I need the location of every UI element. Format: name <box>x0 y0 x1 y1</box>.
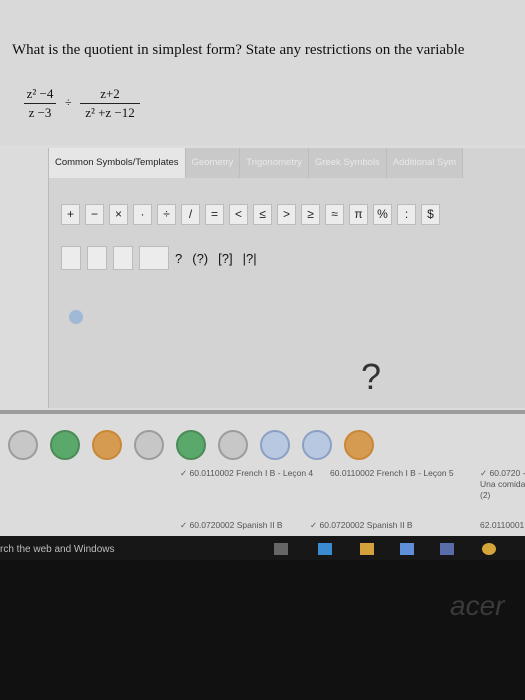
fraction-2-denominator: z² +z −12 <box>85 105 135 120</box>
tab-geometry[interactable]: Geometry <box>185 148 241 178</box>
grid-icon[interactable] <box>440 543 454 555</box>
fraction-2-numerator: z+2 <box>100 86 120 101</box>
taskbar: rch the web and Windows <box>0 536 525 560</box>
fraction-1: z² −4 z −3 <box>24 86 56 121</box>
absolute-value-template-button[interactable]: |?| <box>243 251 257 266</box>
bezel-logo: acer <box>450 590 505 621</box>
symbol-toolbar: + − × · ÷ / = < ≤ > ≥ ≈ π % : $ <box>61 204 445 225</box>
ratio-button[interactable]: : <box>397 204 416 225</box>
search-input[interactable]: rch the web and Windows <box>0 544 115 555</box>
plus-button[interactable]: + <box>61 204 80 225</box>
check-icon[interactable] <box>8 430 38 460</box>
app-icon-2[interactable] <box>92 430 122 460</box>
file-item[interactable]: 60.0110002 French I B - Leçon 5 <box>330 468 490 479</box>
app-icon-6[interactable] <box>302 430 332 460</box>
app-icon-1[interactable] <box>50 430 80 460</box>
greater-equal-button[interactable]: ≥ <box>301 204 320 225</box>
equals-button[interactable]: = <box>205 204 224 225</box>
template-row: ? (?) [?] |?| <box>61 246 267 270</box>
app-icon-3[interactable] <box>134 430 164 460</box>
fraction-1-numerator: z² −4 <box>26 86 54 101</box>
brackets-template-button[interactable]: [?] <box>218 251 232 266</box>
task-view-icon[interactable] <box>274 543 288 555</box>
file-item[interactable]: ✓ 60.0110002 French I B - Leçon 4 <box>180 468 340 479</box>
fraction-template-button[interactable] <box>61 246 81 270</box>
cursor-dot <box>69 310 83 324</box>
question-area: What is the quotient in simplest form? S… <box>0 0 525 145</box>
file-item[interactable]: ✓ 60.0720002 Spanish II B <box>310 520 470 531</box>
edge-icon[interactable] <box>318 543 332 555</box>
fraction-2: z+2 z² +z −12 <box>80 86 140 121</box>
tray-icons <box>0 430 525 466</box>
chrome-icon[interactable] <box>482 543 496 555</box>
subscript-template-button[interactable] <box>113 246 133 270</box>
minus-button[interactable]: − <box>85 204 104 225</box>
tabs: Common Symbols/Templates Geometry Trigon… <box>49 148 464 178</box>
dollar-button[interactable]: $ <box>421 204 440 225</box>
tab-trigonometry[interactable]: Trigonometry <box>240 148 309 178</box>
pi-button[interactable]: π <box>349 204 368 225</box>
screen: What is the quotient in simplest form? S… <box>0 0 525 560</box>
times-button[interactable]: × <box>109 204 128 225</box>
tab-additional-symbols[interactable]: Additional Sym <box>386 148 464 178</box>
tab-common-symbols[interactable]: Common Symbols/Templates <box>49 148 186 178</box>
greater-than-button[interactable]: > <box>277 204 296 225</box>
file-item[interactable]: ✓ 60.0720 - Una comida (2) <box>480 468 525 501</box>
less-than-button[interactable]: < <box>229 204 248 225</box>
sqrt-template-button[interactable] <box>139 246 169 270</box>
app-icon-7[interactable] <box>344 430 374 460</box>
app-icon-5[interactable] <box>260 430 290 460</box>
fraction-1-denominator: z −3 <box>28 105 52 120</box>
equation-editor: Common Symbols/Templates Geometry Trigon… <box>48 148 525 408</box>
divide-button[interactable]: ÷ <box>157 204 176 225</box>
answer-placeholder[interactable]: ? <box>361 356 381 398</box>
slash-button[interactable]: / <box>181 204 200 225</box>
division-sign: ÷ <box>65 95 72 109</box>
file-item[interactable]: 62.0110001 <box>480 520 525 531</box>
placeholder-button[interactable]: ? <box>175 251 182 266</box>
target-icon[interactable] <box>218 430 248 460</box>
dot-button[interactable]: · <box>133 204 152 225</box>
approx-button[interactable]: ≈ <box>325 204 344 225</box>
divider <box>0 410 525 414</box>
parentheses-template-button[interactable]: (?) <box>192 251 208 266</box>
store-icon[interactable] <box>400 543 414 555</box>
file-explorer-icon[interactable] <box>360 543 374 555</box>
app-icon-4[interactable] <box>176 430 206 460</box>
percent-button[interactable]: % <box>373 204 392 225</box>
question-text: What is the quotient in simplest form? S… <box>12 42 465 58</box>
superscript-template-button[interactable] <box>87 246 107 270</box>
tab-greek-symbols[interactable]: Greek Symbols <box>308 148 387 178</box>
less-equal-button[interactable]: ≤ <box>253 204 272 225</box>
